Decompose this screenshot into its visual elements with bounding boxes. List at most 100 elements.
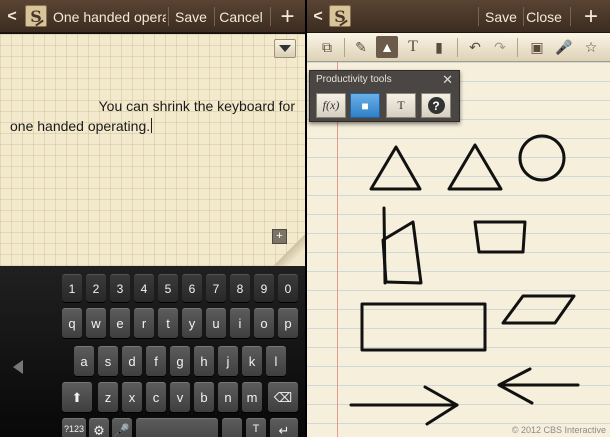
save-button[interactable]: Save xyxy=(170,0,212,33)
text-cursor xyxy=(151,118,153,133)
drawing-toolbar: ⧉ ✎ ▲ T ▮ ↶ ↷ ▣ 🎤 ☆ xyxy=(307,33,610,62)
key-3[interactable]: 3 xyxy=(110,274,130,302)
dropdown-button[interactable] xyxy=(274,39,296,58)
redo-icon[interactable]: ↷ xyxy=(489,36,511,58)
gear-icon: ⚙ xyxy=(93,423,105,437)
back-button[interactable]: < xyxy=(2,0,22,33)
right-screen: < S Save Close + ⧉ ✎ ▲ T ▮ ↶ ↷ ▣ 🎤 ☆ Pro… xyxy=(307,0,610,437)
help-icon[interactable]: ? xyxy=(421,93,451,118)
symbols-key[interactable]: ?123 xyxy=(62,418,86,437)
image-insert-icon[interactable]: ▣ xyxy=(526,36,548,58)
app-logo: S xyxy=(25,5,47,27)
back-button[interactable]: < xyxy=(309,0,327,33)
key-a[interactable]: a xyxy=(74,346,94,376)
key-h[interactable]: h xyxy=(194,346,214,376)
key-t[interactable]: t xyxy=(158,308,178,338)
irregular-quad xyxy=(381,220,423,285)
shift-key[interactable]: ⬆ xyxy=(62,382,92,412)
key-b[interactable]: b xyxy=(194,382,214,412)
rectangle xyxy=(360,302,487,352)
key-u[interactable]: u xyxy=(206,308,226,338)
key-x[interactable]: x xyxy=(122,382,142,412)
key-9[interactable]: 9 xyxy=(254,274,274,302)
left-screen: < S One handed operatic Save Cancel + Yo… xyxy=(0,0,305,437)
keyboard: 1 2 3 4 5 6 7 8 9 0 q w e r t y u i o p … xyxy=(0,266,305,437)
key-j[interactable]: j xyxy=(218,346,238,376)
arrow-right xyxy=(349,385,459,426)
add-note-button[interactable]: + xyxy=(572,0,610,33)
dropdown-arrow-icon xyxy=(279,45,291,52)
enter-icon: ↵ xyxy=(278,423,290,437)
shift-icon: ⬆ xyxy=(71,389,83,405)
page-curl[interactable] xyxy=(273,234,305,266)
note-title[interactable]: One handed operatic xyxy=(53,0,166,33)
key-4[interactable]: 4 xyxy=(134,274,154,302)
key-n[interactable]: n xyxy=(218,382,238,412)
key-1[interactable]: 1 xyxy=(62,274,82,302)
back-chevron-icon: < xyxy=(313,7,323,25)
key-d[interactable]: d xyxy=(122,346,142,376)
settings-key[interactable]: ⚙ xyxy=(89,418,109,437)
period-key[interactable] xyxy=(222,418,242,437)
crop-icon[interactable]: ⧉ xyxy=(316,36,338,58)
text-icon[interactable]: T xyxy=(402,36,424,58)
key-r[interactable]: r xyxy=(134,308,154,338)
enter-key[interactable]: ↵ xyxy=(270,418,298,437)
parallelogram-slanted xyxy=(501,294,576,325)
note-editor[interactable]: You can shrink the keyboard for one hand… xyxy=(0,34,305,266)
key-6[interactable]: 6 xyxy=(182,274,202,302)
circle xyxy=(518,134,566,182)
microphone-icon: 🎤 xyxy=(113,423,131,437)
star-icon[interactable]: ☆ xyxy=(580,36,602,58)
shape-recognition-icon[interactable]: ■ xyxy=(350,93,380,118)
microphone-icon[interactable]: 🎤 xyxy=(553,36,575,58)
key-2[interactable]: 2 xyxy=(86,274,106,302)
key-s[interactable]: s xyxy=(98,346,118,376)
shape-icon[interactable]: ▲ xyxy=(376,36,398,58)
key-7[interactable]: 7 xyxy=(206,274,226,302)
plus-icon: + xyxy=(280,2,295,30)
key-0[interactable]: 0 xyxy=(278,274,298,302)
space-key[interactable] xyxy=(136,418,218,437)
key-e[interactable]: e xyxy=(110,308,130,338)
key-w[interactable]: w xyxy=(86,308,106,338)
key-5[interactable]: 5 xyxy=(158,274,178,302)
parallelogram-small xyxy=(473,220,527,254)
productivity-tools-popup: Productivity tools ✕ f(x) ■ T ? xyxy=(309,70,460,122)
key-l[interactable]: l xyxy=(266,346,286,376)
key-m[interactable]: m xyxy=(242,382,262,412)
text-recognition-icon[interactable]: T xyxy=(386,93,416,118)
key-o[interactable]: o xyxy=(254,308,274,338)
handwriting-key[interactable]: T xyxy=(246,418,266,437)
key-p[interactable]: p xyxy=(278,308,298,338)
key-i[interactable]: i xyxy=(230,308,250,338)
pen-icon[interactable]: ✎ xyxy=(350,36,372,58)
key-f[interactable]: f xyxy=(146,346,166,376)
triangle-1 xyxy=(369,145,422,191)
key-z[interactable]: z xyxy=(98,382,118,412)
voice-key[interactable]: 🎤 xyxy=(112,418,132,437)
cancel-button[interactable]: Cancel xyxy=(216,0,266,33)
key-q[interactable]: q xyxy=(62,308,82,338)
plus-icon: + xyxy=(583,2,598,30)
handwriting-icon: T xyxy=(252,423,260,435)
move-keyboard-left-icon[interactable] xyxy=(13,360,23,374)
note-text[interactable]: You can shrink the keyboard for one hand… xyxy=(10,96,295,136)
key-8[interactable]: 8 xyxy=(230,274,250,302)
formula-icon[interactable]: f(x) xyxy=(316,93,346,118)
app-logo: S xyxy=(329,5,351,27)
key-g[interactable]: g xyxy=(170,346,190,376)
key-v[interactable]: v xyxy=(170,382,190,412)
undo-icon[interactable]: ↶ xyxy=(464,36,486,58)
close-button[interactable]: Close xyxy=(524,0,564,33)
key-c[interactable]: c xyxy=(146,382,166,412)
add-note-button[interactable]: + xyxy=(272,0,303,33)
key-y[interactable]: y xyxy=(182,308,202,338)
key-k[interactable]: k xyxy=(242,346,262,376)
backspace-key[interactable]: ⌫ xyxy=(268,382,298,412)
save-button[interactable]: Save xyxy=(480,0,522,33)
title-bar: < S Save Close + xyxy=(307,0,610,33)
eraser-icon[interactable]: ▮ xyxy=(428,36,450,58)
close-icon[interactable]: ✕ xyxy=(442,72,453,88)
note-line-1: You can shrink the keyboard for xyxy=(98,98,295,114)
